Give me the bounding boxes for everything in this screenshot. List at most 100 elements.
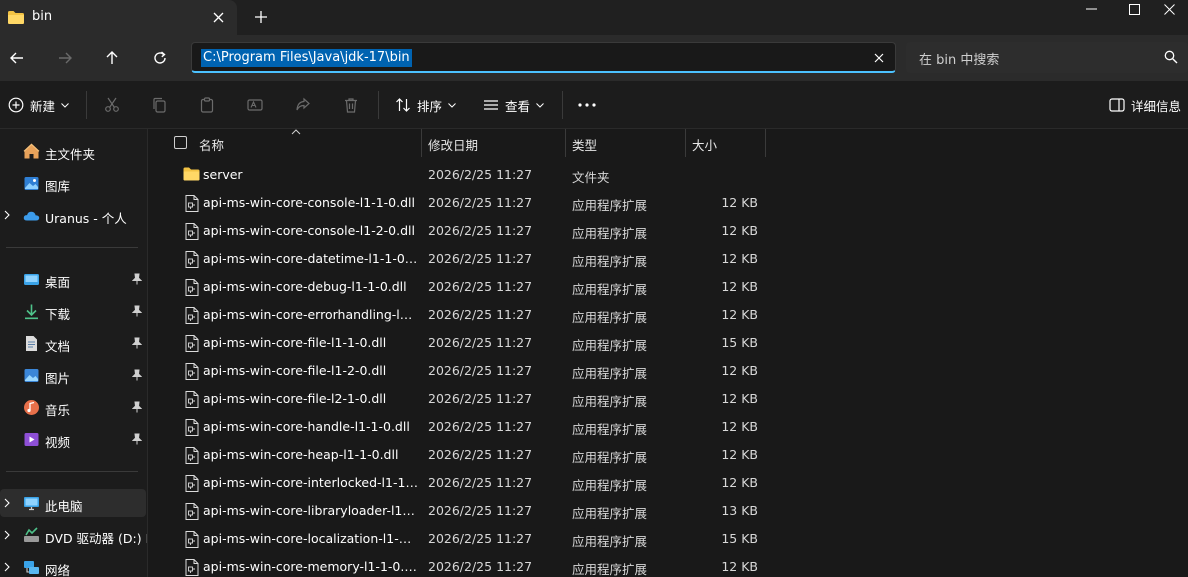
dll-file-icon bbox=[185, 251, 199, 271]
file-date: 2026/2/25 11:27 bbox=[428, 195, 533, 210]
pin-icon[interactable] bbox=[132, 369, 142, 381]
new-button[interactable]: 新建 bbox=[8, 92, 69, 118]
file-date: 2026/2/25 11:27 bbox=[428, 279, 533, 294]
file-type: 应用程序扩展 bbox=[572, 562, 648, 577]
file-row[interactable]: api-ms-win-core-datetime-l1-1-0.dll 2026/… bbox=[149, 245, 1188, 273]
column-header-date[interactable]: 修改日期 bbox=[428, 135, 478, 154]
file-date: 2026/2/25 11:27 bbox=[428, 391, 533, 406]
sidebar-item-videos[interactable]: 视频 bbox=[0, 425, 146, 453]
sidebar-item-pictures[interactable]: 图片 bbox=[0, 361, 146, 389]
sidebar-item-network[interactable]: 网络 bbox=[0, 553, 146, 577]
address-path[interactable]: C:\Program Files\Java\jdk-17\bin bbox=[201, 49, 412, 67]
chevron-down-icon bbox=[448, 102, 456, 108]
dvd-icon bbox=[24, 527, 39, 542]
dll-file-icon bbox=[185, 559, 199, 577]
rename-icon bbox=[247, 99, 263, 111]
file-date: 2026/2/25 11:27 bbox=[428, 223, 533, 238]
pin-icon[interactable] bbox=[132, 433, 142, 445]
chevron-down-icon bbox=[536, 102, 544, 108]
up-arrow-icon[interactable] bbox=[98, 44, 126, 72]
refresh-icon[interactable] bbox=[146, 44, 174, 72]
file-row[interactable]: api-ms-win-core-interlocked-l1-1-... 2026… bbox=[149, 469, 1188, 497]
sidebar-item-documents[interactable]: 文档 bbox=[0, 329, 146, 357]
sidebar-item-desktop[interactable]: 桌面 bbox=[0, 265, 146, 293]
sidebar-item-dvd-drive[interactable]: DVD 驱动器 (D:) E bbox=[0, 521, 147, 549]
file-size: 15 KB bbox=[721, 335, 758, 350]
sort-label: 排序 bbox=[417, 98, 443, 114]
minimize-icon[interactable] bbox=[1068, 0, 1114, 18]
search-box[interactable]: 在 bin 中搜索 bbox=[906, 42, 1188, 73]
dll-file-icon bbox=[185, 419, 199, 439]
column-divider[interactable] bbox=[421, 129, 422, 157]
copy-button[interactable] bbox=[151, 92, 167, 118]
more-options-button[interactable] bbox=[578, 92, 596, 118]
sidebar-item-home[interactable]: 主文件夹 bbox=[0, 137, 146, 165]
details-button[interactable]: 详细信息 bbox=[1109, 92, 1181, 118]
sort-button[interactable]: 排序 bbox=[395, 92, 456, 118]
sidebar-item-downloads[interactable]: 下载 bbox=[0, 297, 146, 325]
sidebar-item-gallery[interactable]: 图库 bbox=[0, 169, 146, 197]
file-row[interactable]: api-ms-win-core-errorhandling-l1-... 2026… bbox=[149, 301, 1188, 329]
close-window-icon[interactable] bbox=[1146, 0, 1188, 18]
file-date: 2026/2/25 11:27 bbox=[428, 335, 533, 350]
navigation-pane: 主文件夹 图库 Uranus - 个人 桌面 下载 文档 图片 音乐 视频 此电… bbox=[0, 129, 148, 577]
file-date: 2026/2/25 11:27 bbox=[428, 531, 533, 546]
file-type: 应用程序扩展 bbox=[572, 310, 648, 325]
column-divider[interactable] bbox=[565, 129, 566, 157]
sidebar-item-label: Uranus - 个人 bbox=[45, 211, 127, 226]
file-row[interactable]: server 2026/2/25 11:27 文件夹 bbox=[149, 161, 1188, 189]
share-icon bbox=[296, 97, 310, 111]
dll-file-icon bbox=[185, 335, 199, 355]
file-type: 应用程序扩展 bbox=[572, 254, 648, 269]
file-size: 12 KB bbox=[721, 363, 758, 378]
rename-button[interactable] bbox=[247, 92, 263, 118]
cut-button[interactable] bbox=[104, 92, 120, 118]
plus-icon[interactable] bbox=[250, 6, 272, 28]
file-row[interactable]: api-ms-win-core-libraryloader-l1-1... 202… bbox=[149, 497, 1188, 525]
file-row[interactable]: api-ms-win-core-file-l2-1-0.dll 2026/2/25… bbox=[149, 385, 1188, 413]
search-icon[interactable] bbox=[1164, 50, 1178, 67]
column-header-type[interactable]: 类型 bbox=[572, 135, 597, 154]
back-arrow-icon[interactable] bbox=[3, 44, 31, 72]
column-header-name[interactable]: 名称 bbox=[199, 135, 224, 154]
sidebar-divider bbox=[6, 247, 138, 248]
sidebar-item-label: 图片 bbox=[45, 371, 71, 386]
sidebar-item-this-pc[interactable]: 此电脑 bbox=[0, 489, 146, 517]
view-button[interactable]: 查看 bbox=[483, 92, 544, 118]
sidebar-item-onedrive[interactable]: Uranus - 个人 bbox=[0, 201, 146, 229]
file-type: 应用程序扩展 bbox=[572, 366, 648, 381]
file-row[interactable]: api-ms-win-core-memory-l1-1-0.dll 2026/2/… bbox=[149, 553, 1188, 577]
clear-icon[interactable] bbox=[871, 50, 887, 66]
toolbar-separator bbox=[562, 91, 563, 119]
file-row[interactable]: api-ms-win-core-file-l1-2-0.dll 2026/2/25… bbox=[149, 357, 1188, 385]
share-button[interactable] bbox=[295, 92, 311, 118]
pin-icon[interactable] bbox=[132, 401, 142, 413]
tab-bin[interactable]: bin bbox=[0, 0, 237, 35]
file-row[interactable]: api-ms-win-core-file-l1-1-0.dll 2026/2/25… bbox=[149, 329, 1188, 357]
file-row[interactable]: api-ms-win-core-debug-l1-1-0.dll 2026/2/2… bbox=[149, 273, 1188, 301]
pin-icon[interactable] bbox=[132, 337, 142, 349]
paste-button[interactable] bbox=[199, 92, 215, 118]
file-row[interactable]: api-ms-win-core-console-l1-1-0.dll 2026/2… bbox=[149, 189, 1188, 217]
pin-icon[interactable] bbox=[132, 273, 142, 285]
file-list: 名称 修改日期 类型 大小 server 2026/2/25 11:27 文件夹 ap… bbox=[149, 129, 1188, 577]
file-type: 应用程序扩展 bbox=[572, 394, 648, 409]
sidebar-item-label: 视频 bbox=[45, 435, 71, 450]
address-bar[interactable]: C:\Program Files\Java\jdk-17\bin bbox=[191, 42, 896, 73]
sidebar-item-music[interactable]: 音乐 bbox=[0, 393, 146, 421]
view-label: 查看 bbox=[505, 98, 531, 114]
select-all-checkbox[interactable] bbox=[174, 136, 187, 149]
delete-button[interactable] bbox=[343, 92, 359, 118]
file-row[interactable]: api-ms-win-core-localization-l1-2-... 202… bbox=[149, 525, 1188, 553]
file-row[interactable]: api-ms-win-core-handle-l1-1-0.dll 2026/2/… bbox=[149, 413, 1188, 441]
file-row[interactable]: api-ms-win-core-heap-l1-1-0.dll 2026/2/25… bbox=[149, 441, 1188, 469]
file-row[interactable]: api-ms-win-core-console-l1-2-0.dll 2026/2… bbox=[149, 217, 1188, 245]
forward-arrow-icon[interactable] bbox=[51, 44, 79, 72]
column-divider[interactable] bbox=[765, 129, 766, 157]
close-icon[interactable] bbox=[207, 6, 229, 28]
search-placeholder[interactable]: 在 bin 中搜索 bbox=[919, 49, 999, 68]
column-divider[interactable] bbox=[685, 129, 686, 157]
column-header-size[interactable]: 大小 bbox=[692, 135, 717, 154]
pin-icon[interactable] bbox=[132, 305, 142, 317]
toolbar-separator bbox=[378, 91, 379, 119]
